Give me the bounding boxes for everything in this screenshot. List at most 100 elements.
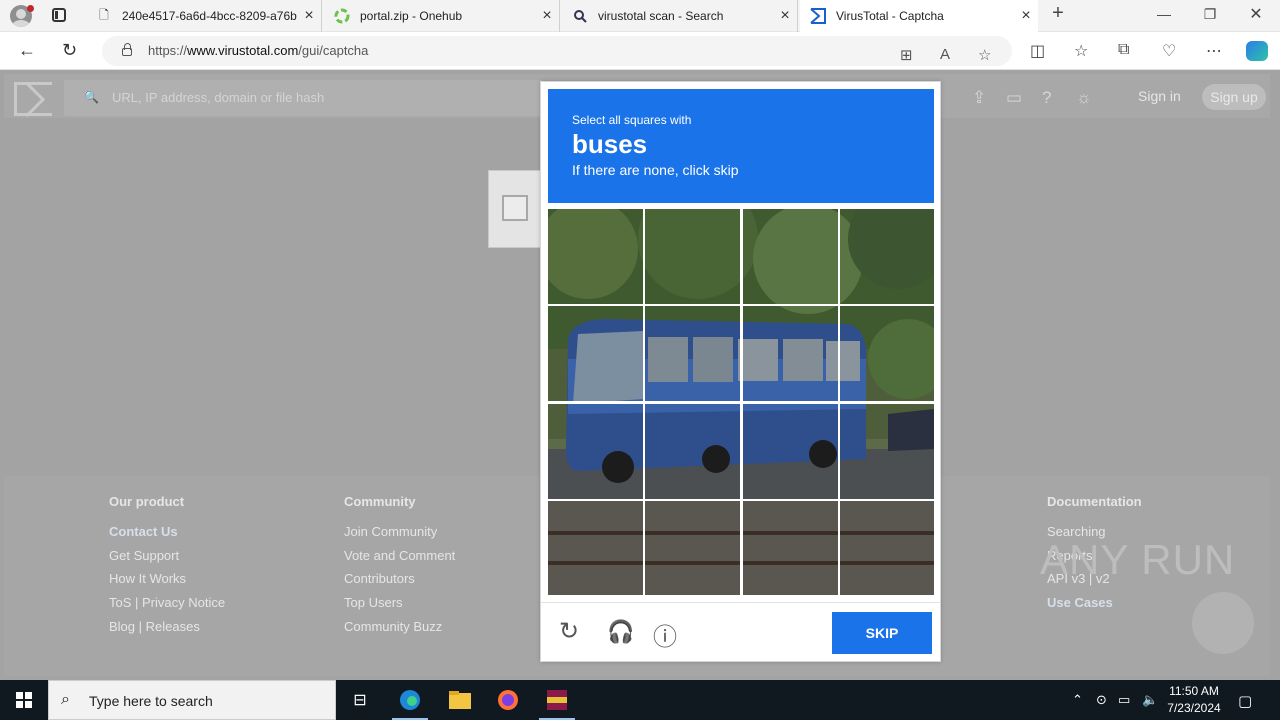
- footer-link[interactable]: How It Works: [109, 571, 225, 595]
- search-icon: 🔍: [84, 90, 99, 104]
- browser-essentials-icon[interactable]: ♡: [1162, 41, 1176, 61]
- vt-search-input[interactable]: 🔍 URL, IP address, domain or file hash: [64, 80, 544, 116]
- captcha-checkbox-frame: [488, 170, 548, 248]
- captcha-tile[interactable]: [645, 500, 741, 596]
- close-window-button[interactable]: ✕: [1236, 4, 1276, 24]
- captcha-tile[interactable]: [742, 500, 838, 596]
- tab-virustotal[interactable]: VirusTotal - Captcha ×: [800, 0, 1038, 32]
- tab-document[interactable]: 🗋 240e4517-6a6d-4bcc-8209-a76bb ×: [86, 0, 322, 32]
- app-available-icon[interactable]: ⊞: [900, 46, 913, 64]
- collections-icon[interactable]: ⧉: [1118, 41, 1129, 59]
- footer-link[interactable]: Blog | Releases: [109, 619, 225, 643]
- minimize-button[interactable]: —: [1144, 6, 1184, 22]
- more-menu-icon[interactable]: ⋯: [1206, 41, 1222, 61]
- clock-time: 11:50 AM: [1169, 684, 1219, 698]
- footer-link[interactable]: Contributors: [344, 571, 455, 595]
- volume-icon[interactable]: 🔈: [1142, 692, 1158, 708]
- captcha-tile-image: [742, 306, 838, 402]
- winrar-icon[interactable]: [533, 680, 581, 720]
- windows-start-icon[interactable]: [16, 692, 32, 708]
- tab-search[interactable]: virustotal scan - Search ×: [562, 0, 798, 32]
- captcha-tile[interactable]: [839, 306, 935, 402]
- captcha-tile[interactable]: [645, 403, 741, 499]
- captcha-tile[interactable]: [548, 500, 643, 596]
- footer-link[interactable]: Get Support: [109, 548, 225, 572]
- tray-overflow-icon[interactable]: ⌃: [1072, 692, 1083, 708]
- notifications-icon[interactable]: ▭: [1006, 88, 1022, 108]
- footer-link[interactable]: ToS | Privacy Notice: [109, 595, 225, 619]
- captcha-tile[interactable]: [742, 306, 838, 402]
- firefox-icon[interactable]: [484, 680, 532, 720]
- close-icon[interactable]: ×: [297, 7, 321, 25]
- search-icon: ⌕: [61, 691, 70, 708]
- captcha-tile-image: [645, 306, 741, 402]
- taskbar: ⌕ Type here to search ⊟ ⌃ ⊙ ▭ 🔈 11:50 AM…: [0, 680, 1280, 720]
- sign-up-button[interactable]: Sign up: [1202, 84, 1266, 110]
- back-icon[interactable]: ←: [18, 40, 36, 61]
- captcha-tile[interactable]: [839, 209, 935, 304]
- task-view-icon[interactable]: ⊟: [336, 680, 384, 720]
- taskbar-search[interactable]: ⌕ Type here to search: [48, 680, 336, 720]
- notifications-center-icon[interactable]: ▢: [1238, 692, 1252, 710]
- edge-icon[interactable]: [386, 680, 434, 720]
- restore-button[interactable]: ❐: [1190, 6, 1230, 23]
- captcha-tile[interactable]: [548, 306, 643, 402]
- footer-column-community: Community Join Community Vote and Commen…: [344, 494, 455, 642]
- footer-link[interactable]: Use Cases: [1047, 595, 1142, 619]
- file-explorer-icon[interactable]: [436, 680, 484, 720]
- reload-icon[interactable]: ↻: [559, 617, 579, 646]
- footer-link[interactable]: Top Users: [344, 595, 455, 619]
- tab-label: portal.zip - Onehub: [360, 9, 463, 23]
- read-aloud-icon[interactable]: A: [940, 46, 950, 63]
- close-icon[interactable]: ×: [1014, 7, 1038, 25]
- network-icon[interactable]: ▭: [1118, 692, 1130, 708]
- help-icon[interactable]: ?: [1042, 88, 1051, 108]
- captcha-tile[interactable]: [742, 403, 838, 499]
- captcha-tile[interactable]: [742, 209, 838, 304]
- favorites-icon[interactable]: ☆: [1074, 41, 1088, 61]
- captcha-tile-image: [839, 209, 934, 304]
- meet-now-icon[interactable]: ⊙: [1096, 692, 1107, 708]
- close-icon[interactable]: ×: [535, 7, 559, 25]
- anyrun-watermark: ANY RUN: [1040, 536, 1236, 583]
- captcha-tile[interactable]: [645, 306, 741, 402]
- url-field[interactable]: https://www.virustotal.com/gui/captcha ⊞…: [102, 36, 1012, 66]
- footer-heading: Our product: [109, 494, 185, 509]
- skip-button[interactable]: SKIP: [832, 612, 932, 654]
- footer-column-product: Our product Contact Us Get Support How I…: [109, 494, 225, 642]
- captcha-tile-image: [742, 500, 838, 595]
- captcha-tile[interactable]: [645, 209, 741, 304]
- audio-challenge-icon[interactable]: 🎧: [607, 619, 634, 645]
- tab-onehub[interactable]: portal.zip - Onehub ×: [324, 0, 560, 32]
- captcha-tile[interactable]: [839, 403, 935, 499]
- copilot-icon[interactable]: [1246, 41, 1268, 61]
- captcha-hint: If there are none, click skip: [572, 162, 739, 178]
- virustotal-logo[interactable]: [14, 82, 52, 116]
- captcha-checkbox[interactable]: [502, 195, 528, 221]
- tab-label: 240e4517-6a6d-4bcc-8209-a76bb: [122, 9, 297, 23]
- sign-in-link[interactable]: Sign in: [1138, 88, 1181, 104]
- captcha-tile-image: [548, 209, 643, 304]
- footer-link[interactable]: Join Community: [344, 524, 455, 548]
- tab-actions-icon[interactable]: [52, 8, 66, 22]
- clock[interactable]: 11:50 AM 7/23/2024: [1162, 683, 1226, 717]
- close-icon[interactable]: ×: [773, 7, 797, 25]
- captcha-tile-image: [742, 209, 838, 304]
- upload-icon[interactable]: ⇪: [972, 88, 986, 108]
- refresh-icon[interactable]: ↻: [62, 40, 77, 61]
- footer-link[interactable]: Contact Us: [109, 524, 225, 548]
- captcha-tile[interactable]: [548, 209, 643, 304]
- clock-date: 7/23/2024: [1167, 701, 1221, 715]
- new-tab-button[interactable]: +: [1038, 2, 1078, 25]
- lock-icon: [122, 43, 132, 56]
- split-screen-icon[interactable]: ◫: [1030, 41, 1045, 61]
- info-icon[interactable]: ⓘ: [653, 617, 677, 652]
- notification-dot: [27, 5, 34, 12]
- captcha-tile[interactable]: [839, 500, 935, 596]
- favorite-star-icon[interactable]: ☆: [978, 46, 991, 64]
- captcha-tile[interactable]: [548, 403, 643, 499]
- theme-toggle-icon[interactable]: ☼: [1076, 88, 1092, 108]
- footer-link[interactable]: Vote and Comment: [344, 548, 455, 572]
- footer-link[interactable]: Community Buzz: [344, 619, 455, 643]
- captcha-tile-image: [548, 403, 643, 499]
